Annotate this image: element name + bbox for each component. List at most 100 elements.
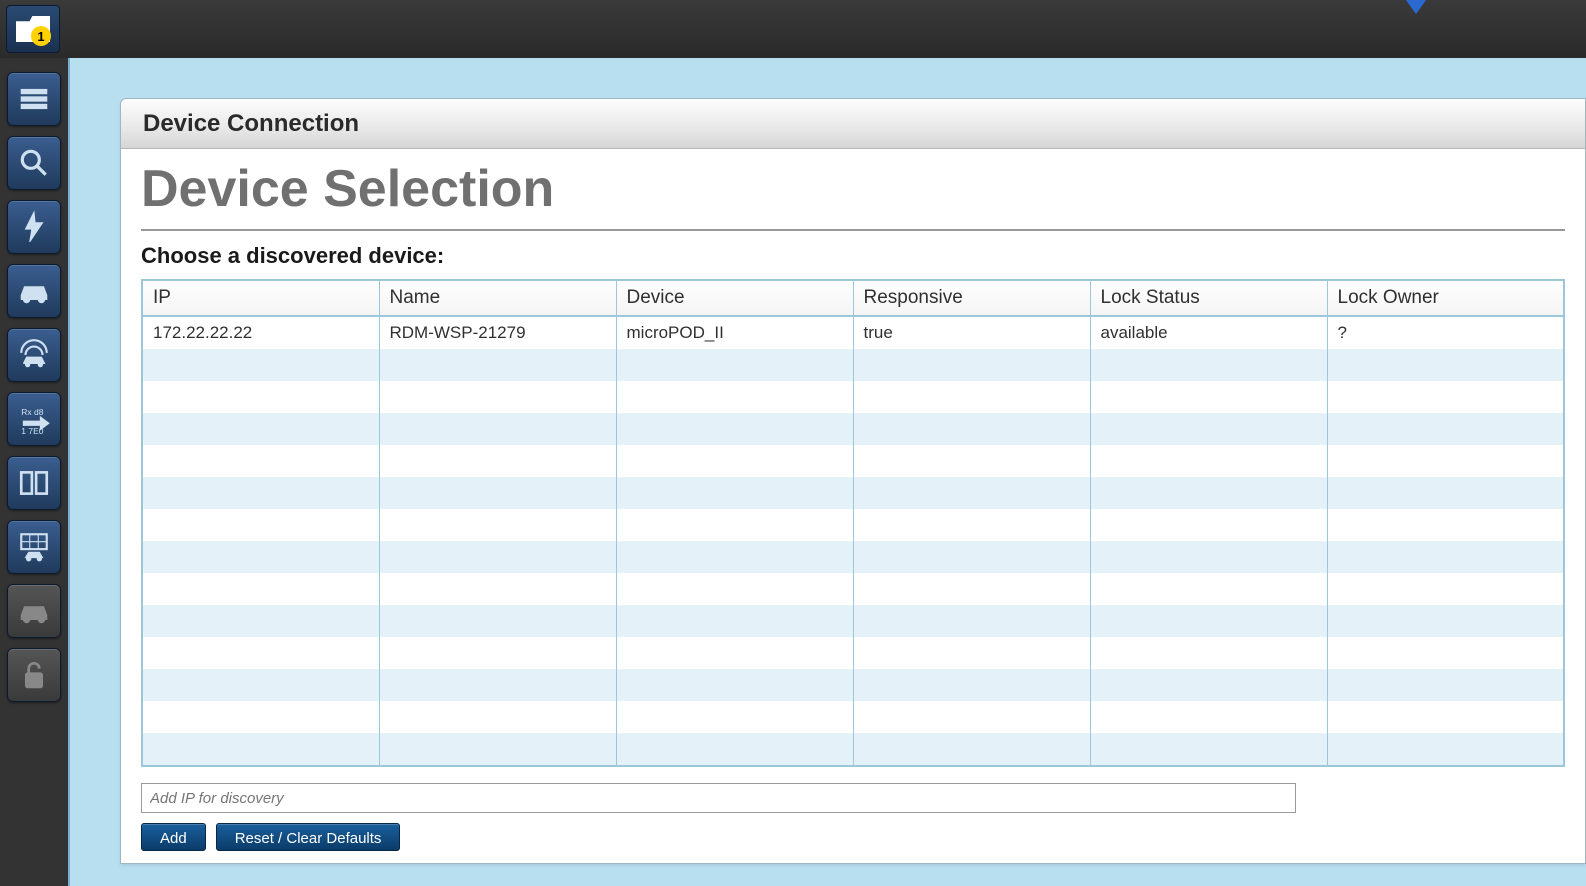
- cell-empty: [142, 509, 379, 541]
- cell-empty: [853, 669, 1090, 701]
- folder-count-badge: 1: [31, 26, 51, 46]
- cell-empty: [1090, 701, 1327, 733]
- cell-empty: [616, 445, 853, 477]
- cell-empty: [616, 605, 853, 637]
- cell-empty: [1327, 605, 1564, 637]
- cell-empty: [379, 445, 616, 477]
- cell-empty: [142, 669, 379, 701]
- cell-empty: [379, 381, 616, 413]
- sidebar-data-transfer-button[interactable]: Rx d81 7E0: [7, 392, 61, 446]
- cell-empty: [379, 637, 616, 669]
- cell-empty: [616, 733, 853, 766]
- lock-icon: [17, 658, 51, 692]
- cell-empty: [853, 701, 1090, 733]
- sidebar-vehicle-grid-button[interactable]: [7, 520, 61, 574]
- table-row-empty[interactable]: [142, 445, 1564, 477]
- col-lock-owner[interactable]: Lock Owner: [1327, 280, 1564, 316]
- sidebar-wireless-button[interactable]: [7, 328, 61, 382]
- cell-empty: [616, 413, 853, 445]
- cell-lock_status: available: [1090, 316, 1327, 349]
- cell-empty: [1327, 701, 1564, 733]
- table-row-empty[interactable]: [142, 637, 1564, 669]
- cell-empty: [853, 349, 1090, 381]
- cell-empty: [1327, 413, 1564, 445]
- main-content: Device Connection Device Selection Choos…: [70, 58, 1586, 886]
- cell-empty: [1090, 733, 1327, 766]
- cell-empty: [853, 573, 1090, 605]
- table-row-empty[interactable]: [142, 573, 1564, 605]
- cell-empty: [853, 509, 1090, 541]
- cell-empty: [379, 573, 616, 605]
- table-row-empty[interactable]: [142, 605, 1564, 637]
- col-ip[interactable]: IP: [142, 280, 379, 316]
- table-row-empty[interactable]: [142, 349, 1564, 381]
- panel-subtitle: Choose a discovered device:: [141, 231, 1565, 279]
- cell-empty: [1090, 605, 1327, 637]
- flash-icon: [17, 210, 51, 244]
- cell-empty: [142, 605, 379, 637]
- cell-device: microPOD_II: [616, 316, 853, 349]
- cell-empty: [1327, 445, 1564, 477]
- add-ip-button[interactable]: Add: [141, 823, 206, 851]
- cursor-indicator-icon: [1406, 0, 1426, 14]
- cell-responsive: true: [853, 316, 1090, 349]
- col-responsive[interactable]: Responsive: [853, 280, 1090, 316]
- cell-empty: [853, 445, 1090, 477]
- cell-empty: [853, 733, 1090, 766]
- reset-defaults-button[interactable]: Reset / Clear Defaults: [216, 823, 401, 851]
- sidebar-menu-button[interactable]: [7, 72, 61, 126]
- table-row[interactable]: 172.22.22.22RDM-WSP-21279microPOD_IItrue…: [142, 316, 1564, 349]
- table-row-empty[interactable]: [142, 381, 1564, 413]
- vehicle-grid-icon: [17, 530, 51, 564]
- cell-empty: [616, 573, 853, 605]
- cell-empty: [853, 413, 1090, 445]
- sidebar-lock-button: [7, 648, 61, 702]
- cell-empty: [616, 477, 853, 509]
- table-row-empty[interactable]: [142, 541, 1564, 573]
- cell-empty: [142, 701, 379, 733]
- cell-empty: [1090, 477, 1327, 509]
- table-row-empty[interactable]: [142, 509, 1564, 541]
- table-row-empty[interactable]: [142, 413, 1564, 445]
- cell-empty: [853, 477, 1090, 509]
- table-row-empty[interactable]: [142, 701, 1564, 733]
- data-transfer-icon: Rx d81 7E0: [17, 402, 51, 436]
- cell-empty: [142, 413, 379, 445]
- ip-discovery-input[interactable]: [141, 783, 1296, 813]
- panel-header: Device Connection: [121, 99, 1585, 149]
- cell-empty: [616, 541, 853, 573]
- col-lock-status[interactable]: Lock Status: [1090, 280, 1327, 316]
- cell-empty: [379, 477, 616, 509]
- cell-empty: [142, 573, 379, 605]
- col-device[interactable]: Device: [616, 280, 853, 316]
- sidebar-vehicle-search-button[interactable]: [7, 136, 61, 190]
- cell-empty: [142, 733, 379, 766]
- cell-empty: [1090, 381, 1327, 413]
- cell-empty: [616, 637, 853, 669]
- vehicle-icon: [17, 274, 51, 308]
- cell-empty: [379, 509, 616, 541]
- table-header-row: IP Name Device Responsive Lock Status Lo…: [142, 280, 1564, 316]
- table-row-empty[interactable]: [142, 477, 1564, 509]
- vehicle-search-icon: [17, 146, 51, 180]
- sidebar-compare-button[interactable]: [7, 456, 61, 510]
- cell-empty: [616, 509, 853, 541]
- device-table: IP Name Device Responsive Lock Status Lo…: [141, 279, 1565, 767]
- cell-empty: [379, 349, 616, 381]
- inbox-folder-button[interactable]: 1: [6, 5, 60, 53]
- cell-empty: [379, 413, 616, 445]
- cell-name: RDM-WSP-21279: [379, 316, 616, 349]
- cell-empty: [853, 637, 1090, 669]
- cell-empty: [853, 605, 1090, 637]
- sidebar-vehicle-button[interactable]: [7, 264, 61, 318]
- table-row-empty[interactable]: [142, 669, 1564, 701]
- table-row-empty[interactable]: [142, 733, 1564, 766]
- device-connection-panel: Device Connection Device Selection Choos…: [120, 98, 1586, 864]
- col-name[interactable]: Name: [379, 280, 616, 316]
- cell-empty: [1090, 509, 1327, 541]
- cell-empty: [616, 381, 853, 413]
- cell-empty: [1327, 509, 1564, 541]
- cell-empty: [1090, 541, 1327, 573]
- sidebar-flash-button[interactable]: [7, 200, 61, 254]
- cell-empty: [1090, 669, 1327, 701]
